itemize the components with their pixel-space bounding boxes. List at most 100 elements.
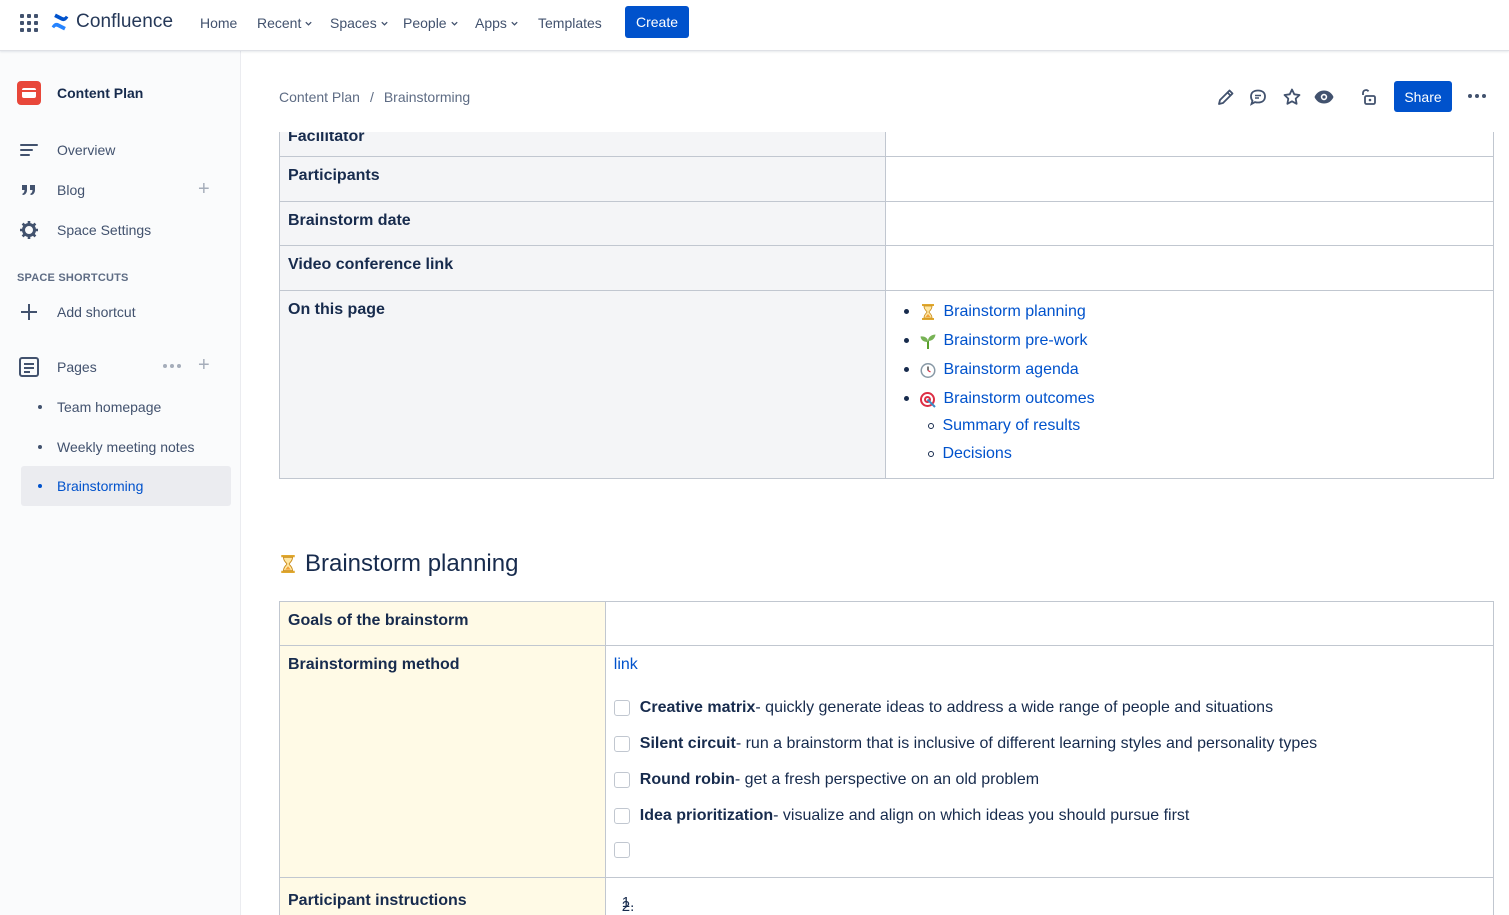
page-properties-table: Facilitator Participants Brainstorm date…: [278, 132, 1494, 479]
edit-pencil-icon[interactable]: [1214, 85, 1238, 109]
gear-icon: [17, 218, 41, 242]
task-checkbox[interactable]: [613, 772, 630, 788]
bullet-icon: [38, 405, 42, 409]
toc-link[interactable]: Summary of results: [942, 417, 1080, 435]
toc-item: Brainstorm outcomes: [904, 384, 1485, 413]
bullet-icon: [904, 367, 910, 372]
pages-more-icon[interactable]: [163, 364, 181, 368]
table-value-cell[interactable]: [604, 601, 1495, 646]
confluence-logo[interactable]: Confluence: [50, 11, 173, 33]
target-icon: [919, 390, 937, 408]
breadcrumb-space[interactable]: Content Plan: [279, 89, 360, 105]
bullet-icon: [904, 309, 910, 314]
toc-link[interactable]: Brainstorm agenda: [943, 361, 1078, 379]
nav-home-label: Home: [200, 15, 238, 31]
task-item: Round robin- get a fresh perspective on …: [613, 762, 1485, 798]
seedling-icon: [919, 332, 937, 350]
toc-item: Brainstorm planning: [904, 297, 1485, 326]
section-heading: Brainstorm planning: [279, 550, 518, 578]
create-button[interactable]: Create: [625, 6, 689, 38]
task-checkbox[interactable]: [613, 736, 630, 752]
nav-apps[interactable]: Apps: [475, 15, 519, 31]
circle-bullet-icon: [928, 423, 935, 429]
task-checkbox[interactable]: [613, 842, 630, 858]
table-header-cell: Goals of the brainstorm: [279, 601, 606, 646]
chevron-down-icon: [450, 21, 458, 26]
sidebar-item-overview[interactable]: Overview: [17, 138, 115, 162]
restrictions-lock-icon[interactable]: [1356, 85, 1380, 109]
share-button[interactable]: Share: [1394, 81, 1452, 112]
numbered-list: 1. 2.: [622, 894, 1485, 915]
table-value-cell[interactable]: [885, 156, 1494, 202]
sidebar-item-pages[interactable]: Pages: [17, 355, 97, 379]
task-title: Idea prioritization: [639, 807, 774, 824]
more-actions-icon[interactable]: [1468, 94, 1486, 98]
sidebar-item-space-settings[interactable]: Space Settings: [17, 218, 151, 242]
toc-sub-item: Decisions: [904, 439, 1485, 468]
task-checkbox[interactable]: [613, 808, 630, 824]
nav-apps-label: Apps: [475, 15, 507, 31]
space-shortcuts-heading: SPACE SHORTCUTS: [17, 272, 129, 284]
watch-eye-icon[interactable]: [1312, 85, 1336, 109]
table-value-cell[interactable]: [885, 245, 1494, 291]
toc-link[interactable]: Brainstorm planning: [943, 303, 1085, 321]
page-tree-item[interactable]: Team homepage: [21, 387, 231, 427]
toc-link[interactable]: Brainstorm outcomes: [943, 390, 1094, 408]
nav-home[interactable]: Home: [200, 15, 237, 31]
top-navigation: Confluence Home Recent Spaces People App…: [0, 0, 1509, 51]
space-avatar-icon: [17, 81, 41, 105]
toc-sub-item: Summary of results: [904, 413, 1485, 439]
table-value-cell[interactable]: [885, 132, 1494, 157]
logo-text: Confluence: [76, 11, 174, 32]
table-row: Participants: [278, 156, 1494, 202]
breadcrumb: Content Plan / Brainstorming: [279, 89, 470, 105]
page-tree-label: Brainstorming: [57, 478, 144, 494]
task-text: Idea prioritization- visualize and align…: [640, 807, 1190, 825]
app-switcher-icon[interactable]: [20, 14, 38, 32]
participant-instructions-cell[interactable]: 1. 2.: [604, 877, 1495, 915]
table-header-cell: Participants: [278, 156, 887, 202]
method-link[interactable]: link: [614, 656, 638, 673]
star-icon[interactable]: [1280, 85, 1304, 109]
nav-recent[interactable]: Recent: [257, 15, 313, 31]
space-header[interactable]: Content Plan: [17, 81, 143, 105]
table-row: Facilitator: [278, 132, 1494, 157]
table-row: Video conference link: [278, 245, 1494, 291]
task-title: Creative matrix: [639, 699, 756, 716]
hourglass-icon: [919, 303, 937, 321]
page-tree-item-active[interactable]: Brainstorming: [21, 466, 231, 506]
method-cell: link Creative matrix- quickly generate i…: [604, 645, 1495, 878]
quote-icon: [17, 178, 41, 202]
chevron-down-icon: [511, 21, 518, 26]
sidebar-item-blog[interactable]: Blog: [17, 178, 85, 202]
table-row: Brainstorming method link Creative matri…: [279, 645, 1495, 878]
toc-link[interactable]: Brainstorm pre-work: [943, 332, 1087, 350]
add-blog-icon[interactable]: +: [198, 179, 210, 199]
table-row: Brainstorm date: [278, 201, 1494, 246]
page-tree-item[interactable]: Weekly meeting notes: [21, 427, 231, 467]
list-number: 2.: [621, 898, 635, 915]
sidebar-item-label: Pages: [57, 359, 97, 375]
sidebar-item-label: Add shortcut: [57, 304, 136, 320]
table-value-cell[interactable]: [885, 201, 1494, 246]
overview-icon: [17, 138, 41, 162]
toc-item: Brainstorm agenda: [904, 355, 1485, 384]
table-header-cell: Participant instructions: [279, 877, 606, 915]
nav-people[interactable]: People: [403, 15, 459, 31]
task-description: - get a fresh perspective on an old prob…: [734, 771, 1040, 788]
comment-icon[interactable]: [1246, 85, 1270, 109]
row-label: Facilitator: [288, 132, 365, 145]
bullet-icon: [904, 396, 910, 401]
page-tree-label: Weekly meeting notes: [57, 439, 195, 455]
nav-templates-label: Templates: [538, 15, 602, 31]
task-checkbox[interactable]: [613, 700, 630, 716]
table-row: Goals of the brainstorm: [279, 601, 1495, 646]
toc-link[interactable]: Decisions: [942, 445, 1011, 463]
nav-templates[interactable]: Templates: [538, 15, 602, 31]
add-page-icon[interactable]: +: [198, 355, 210, 375]
bullet-icon: [38, 445, 42, 449]
breadcrumb-page[interactable]: Brainstorming: [384, 89, 470, 105]
pages-icon: [17, 355, 41, 379]
nav-spaces[interactable]: Spaces: [330, 15, 389, 31]
add-shortcut-button[interactable]: Add shortcut: [17, 300, 136, 324]
